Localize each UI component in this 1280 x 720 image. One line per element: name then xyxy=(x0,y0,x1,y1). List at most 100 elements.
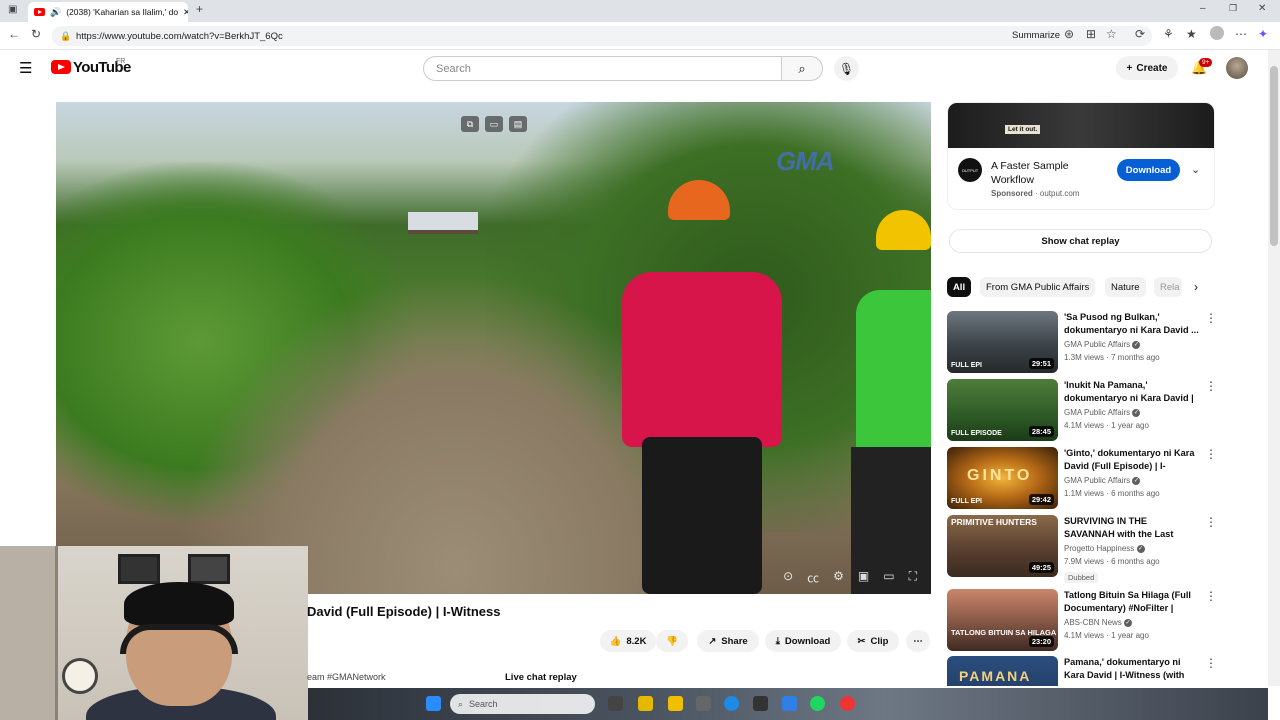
video-thumbnail[interactable]: GINTO FULL EPI 29:42 xyxy=(947,447,1058,509)
rec-channel-line[interactable]: Progetto Happiness ✓ xyxy=(1064,544,1145,553)
spotify-icon[interactable] xyxy=(810,696,825,711)
more-vert-icon[interactable]: ⋮ xyxy=(1205,379,1217,393)
cast-icon[interactable]: ▭ xyxy=(485,116,503,132)
list-item[interactable]: GINTO FULL EPI 29:42 'Ginto,' dokumentar… xyxy=(947,447,1217,511)
list-item[interactable]: TATLONG BITUIN SA HILAGA 23:20 Tatlong B… xyxy=(947,589,1217,653)
file-explorer-icon[interactable] xyxy=(638,696,653,711)
more-vert-icon[interactable]: ⋮ xyxy=(1205,447,1217,461)
hamburger-menu-icon[interactable]: ☰ xyxy=(19,59,32,77)
chip-gma-public-affairs[interactable]: From GMA Public Affairs xyxy=(980,277,1096,297)
video-thumbnail[interactable]: PAMANA xyxy=(947,656,1058,686)
video-thumbnail[interactable]: FULL EPISODE 28:45 xyxy=(947,379,1058,441)
notes-icon[interactable]: ▤ xyxy=(509,116,527,132)
recording-icon[interactable] xyxy=(840,696,855,711)
youtube-logo-icon[interactable] xyxy=(51,60,71,74)
list-item[interactable]: PRIMITIVE HUNTERS 49:25 SURVIVING IN THE… xyxy=(947,515,1217,583)
show-chat-replay-button[interactable]: Show chat replay xyxy=(949,229,1212,253)
pip-icon[interactable]: ⧉ xyxy=(461,116,479,132)
url-field[interactable]: 🔒 https://www.youtube.com/watch?v=BerkhJ… xyxy=(52,26,1152,46)
copilot-icon[interactable]: ✦ xyxy=(1258,27,1268,41)
chip-nature[interactable]: Nature xyxy=(1105,277,1146,297)
rec-channel-line[interactable]: GMA Public Affairs ✓ xyxy=(1064,340,1141,349)
refresh-ext-icon[interactable]: ⟳ xyxy=(1135,27,1145,41)
apps-icon[interactable]: ⊞ xyxy=(1086,27,1096,41)
rec-title[interactable]: Pamana,' dokumentaryo ni Kara David | I-… xyxy=(1064,656,1199,683)
reader-icon[interactable]: ⊛ xyxy=(1064,27,1074,41)
vscode-icon[interactable] xyxy=(782,696,797,711)
dislike-button[interactable]: 👎 xyxy=(656,630,688,652)
windows-start-icon[interactable] xyxy=(426,696,441,711)
rec-title[interactable]: Tatlong Bituin Sa Hilaga (Full Documenta… xyxy=(1064,589,1199,616)
new-tab-icon[interactable]: + xyxy=(196,2,203,16)
ad-download-button[interactable]: Download xyxy=(1117,159,1180,181)
chevron-right-icon[interactable]: › xyxy=(1194,280,1198,294)
voice-search-button[interactable]: 🎙 xyxy=(834,56,859,81)
video-player[interactable]: GMA ⧉ ▭ ▤ ⊙ ㏄ ⚙ ▣ ▭ ⛶ xyxy=(56,102,931,594)
task-view-icon[interactable] xyxy=(608,696,623,711)
favorite-star-icon[interactable]: ☆ xyxy=(1106,27,1117,41)
rec-channel-line[interactable]: GMA Public Affairs ✓ xyxy=(1064,476,1141,485)
edge-browser-icon[interactable] xyxy=(724,696,739,711)
scrollbar-thumb[interactable] xyxy=(1270,66,1278,246)
page-scrollbar[interactable] xyxy=(1268,50,1280,686)
back-icon[interactable]: ← xyxy=(8,27,20,41)
extensions-icon[interactable]: ⚘ xyxy=(1163,27,1174,41)
create-button[interactable]: + Create xyxy=(1116,56,1178,80)
list-item[interactable]: PAMANA Pamana,' dokumentaryo ni Kara Dav… xyxy=(947,656,1215,686)
restore-icon[interactable]: ❐ xyxy=(1229,3,1237,14)
avatar[interactable] xyxy=(1226,57,1248,79)
profile-icon[interactable] xyxy=(1210,26,1224,40)
more-actions-button[interactable]: ⋯ xyxy=(906,630,930,652)
captions-icon[interactable]: ㏄ xyxy=(807,569,819,586)
rec-title[interactable]: 'Sa Pusod ng Bulkan,' dokumentaryo ni Ka… xyxy=(1064,311,1199,337)
download-button[interactable]: ⤓ Download xyxy=(765,630,841,652)
list-item[interactable]: FULL EPI 29:51 'Sa Pusod ng Bulkan,' dok… xyxy=(947,311,1217,375)
ad-logo-icon[interactable]: OUTPUT xyxy=(958,158,982,182)
browser-tab[interactable]: 🔊 (2038) 'Kaharian sa Ilalim,' do ✕ xyxy=(28,2,188,22)
more-vert-icon[interactable]: ⋮ xyxy=(1205,515,1217,529)
chip-related[interactable]: Rela xyxy=(1154,277,1182,297)
ad-banner-image[interactable]: Let it out. xyxy=(948,103,1214,148)
rec-title[interactable]: 'Inukit Na Pamana,' dokumentaryo ni Kara… xyxy=(1064,379,1199,406)
theater-mode-icon[interactable]: ▭ xyxy=(883,569,894,586)
close-tab-icon[interactable]: ✕ xyxy=(183,7,188,18)
summarize-button[interactable]: Summarize xyxy=(1012,30,1060,41)
video-thumbnail[interactable]: PRIMITIVE HUNTERS 49:25 xyxy=(947,515,1058,577)
app-icon[interactable] xyxy=(696,696,711,711)
rec-channel-line[interactable]: GMA Public Affairs ✓ xyxy=(1064,408,1141,417)
clip-button[interactable]: ✂ Clip xyxy=(847,630,899,652)
autoplay-toggle-icon[interactable]: ⊙ xyxy=(783,569,793,586)
chevron-down-icon[interactable]: ⌄ xyxy=(1191,163,1200,176)
chip-all[interactable]: All xyxy=(947,277,971,297)
description-fragment[interactable]: eam #GMANetwork xyxy=(307,672,386,682)
favorites-icon[interactable]: ★ xyxy=(1186,27,1197,41)
rec-title[interactable]: SURVIVING IN THE SAVANNAH with the Last … xyxy=(1064,515,1199,542)
taskbar-search[interactable]: ⌕ Search xyxy=(450,694,595,714)
minimize-icon[interactable]: – xyxy=(1200,3,1206,14)
close-window-icon[interactable]: ✕ xyxy=(1258,3,1266,14)
ad-title[interactable]: A Faster Sample Workflow xyxy=(991,159,1101,187)
share-button[interactable]: ↗ Share xyxy=(697,630,759,652)
reload-icon[interactable]: ↻ xyxy=(31,27,41,41)
more-vert-icon[interactable]: ⋮ xyxy=(1205,656,1215,670)
settings-gear-icon[interactable]: ⚙ xyxy=(833,569,844,586)
search-button[interactable]: ⌕ xyxy=(781,56,823,81)
rec-title[interactable]: 'Ginto,' dokumentaryo ni Kara David (Ful… xyxy=(1064,447,1199,474)
video-thumbnail[interactable]: TATLONG BITUIN SA HILAGA 23:20 xyxy=(947,589,1058,651)
more-vert-icon[interactable]: ⋮ xyxy=(1205,311,1217,325)
video-thumbnail[interactable]: FULL EPI 29:51 xyxy=(947,311,1058,373)
more-vert-icon[interactable]: ⋮ xyxy=(1205,589,1217,603)
app-icon[interactable] xyxy=(753,696,768,711)
list-item[interactable]: FULL EPISODE 28:45 'Inukit Na Pamana,' d… xyxy=(947,379,1217,443)
miniplayer-icon[interactable]: ▣ xyxy=(858,569,869,586)
rec-channel-line[interactable]: ABS-CBN News ✓ xyxy=(1064,618,1133,627)
fullscreen-icon[interactable]: ⛶ xyxy=(909,569,917,586)
site-info-icon[interactable]: 🔒 xyxy=(60,31,71,42)
folder-icon[interactable] xyxy=(668,696,683,711)
search-input[interactable]: Search xyxy=(423,56,782,81)
more-menu-icon[interactable]: ⋯ xyxy=(1235,27,1247,41)
live-chat-replay-tab[interactable]: Live chat replay xyxy=(505,672,577,683)
speaker-icon[interactable]: 🔊 xyxy=(50,7,61,18)
tab-actions-icon[interactable]: ▣ xyxy=(8,4,17,15)
sponsored-ad[interactable]: Let it out. OUTPUT A Faster Sample Workf… xyxy=(947,102,1215,210)
